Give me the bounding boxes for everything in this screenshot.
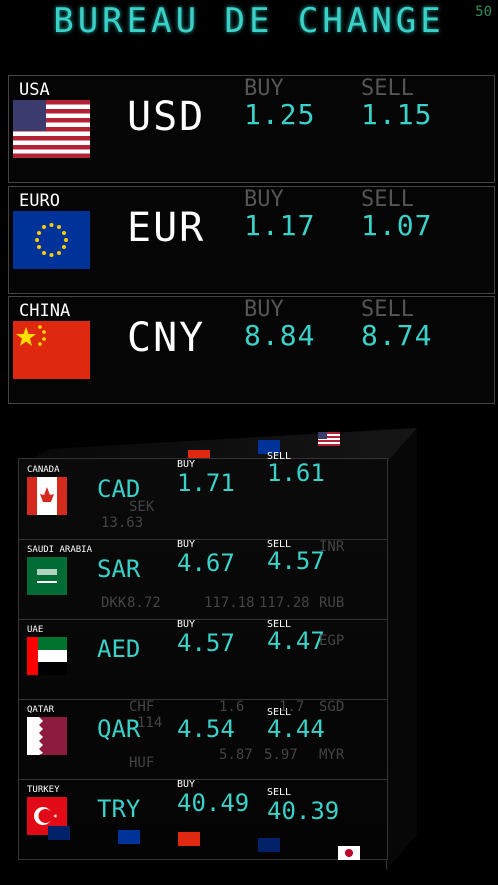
currency-code: TRY bbox=[97, 795, 141, 823]
ghost-text: SGD bbox=[319, 699, 345, 715]
currency-code: QAR bbox=[97, 715, 141, 743]
ghost-text: 13.63 bbox=[101, 515, 144, 531]
qatar-flag-icon bbox=[27, 717, 67, 755]
ghost-text: 117.18 bbox=[204, 595, 255, 611]
country-label: CHINA bbox=[19, 301, 71, 321]
ghost-text: 1.7 bbox=[279, 699, 305, 715]
uae-flag-icon bbox=[27, 637, 67, 675]
eu-flag-icon bbox=[118, 830, 140, 844]
usa-flag-icon bbox=[13, 100, 90, 158]
country-label: TURKEY bbox=[27, 785, 60, 795]
ghost-text: CHF bbox=[129, 699, 155, 715]
china-flag-icon bbox=[178, 832, 200, 846]
ghost-text: 1.6 bbox=[219, 699, 245, 715]
sell-rate: 1.15 bbox=[361, 98, 433, 131]
buy-rate: 4.54 bbox=[177, 715, 235, 743]
sell-rate: 1.61 bbox=[267, 459, 325, 487]
currency-code: SAR bbox=[97, 555, 141, 583]
buy-rate: 1.25 bbox=[244, 98, 316, 131]
china-flag-icon bbox=[13, 321, 90, 379]
buy-rate: 4.57 bbox=[177, 629, 235, 657]
cube-row-sar: SAUDI ARABIA SAR BUY 4.67 SELL 4.57 INR … bbox=[19, 539, 387, 620]
currency-code: EUR bbox=[127, 205, 206, 251]
buy-rate: 1.17 bbox=[244, 209, 316, 242]
currency-code: CNY bbox=[127, 315, 206, 361]
rate-panel-usd: USA USD BUY SELL 1.25 1.15 bbox=[8, 75, 495, 183]
buy-rate: 40.49 bbox=[177, 789, 250, 817]
ghost-text: EGP bbox=[319, 633, 345, 649]
country-label: EURO bbox=[19, 191, 60, 211]
ghost-text: 117.28 bbox=[259, 595, 310, 611]
buy-rate: 8.84 bbox=[244, 319, 316, 352]
cube-row-cad: CANADA CAD BUY 1.71 SELL 1.61 13.63 SEK bbox=[19, 451, 387, 540]
country-label: USA bbox=[19, 80, 50, 100]
page-title: BUREAU DE CHANGE bbox=[53, 1, 445, 41]
rates-cube: CANADA CAD BUY 1.71 SELL 1.61 13.63 SEK … bbox=[18, 428, 417, 870]
sell-rate: 40.39 bbox=[267, 797, 340, 825]
rate-panel-eur: EURO EUR BUY SELL 1.17 1.07 bbox=[8, 186, 495, 294]
country-label: QATAR bbox=[27, 705, 55, 715]
ghost-text: 114 bbox=[137, 715, 163, 731]
cube-side-face bbox=[386, 428, 417, 870]
ghost-text: INR bbox=[319, 539, 345, 555]
eu-flag-icon bbox=[13, 211, 90, 269]
ghost-text: 8.72 bbox=[127, 595, 161, 611]
country-label: UAE bbox=[27, 625, 44, 635]
country-label: SAUDI ARABIA bbox=[27, 545, 93, 555]
currency-code: AED bbox=[97, 635, 141, 663]
sell-rate: 4.57 bbox=[267, 547, 325, 575]
ghost-text: MYR bbox=[319, 747, 345, 763]
australia-flag-icon bbox=[258, 838, 280, 852]
rate-panel-cny: CHINA CNY BUY SELL 8.84 8.74 bbox=[8, 296, 495, 404]
usa-flag-icon bbox=[318, 432, 340, 446]
ghost-text: HUF bbox=[129, 755, 155, 771]
cube-row-aed: UAE AED BUY 4.57 SELL 4.47 EGP bbox=[19, 619, 387, 700]
sell-rate: 1.07 bbox=[361, 209, 433, 242]
ghost-text: 5.97 bbox=[264, 747, 298, 763]
ghost-text: RUB bbox=[319, 595, 345, 611]
cube-row-try: TURKEY TRY BUY 40.49 SELL 40.39 bbox=[19, 779, 387, 859]
buy-rate: 1.71 bbox=[177, 469, 235, 497]
ghost-text: 5.87 bbox=[219, 747, 253, 763]
sell-rate: 4.44 bbox=[267, 715, 325, 743]
buy-rate: 4.67 bbox=[177, 549, 235, 577]
corner-counter: 50 bbox=[475, 4, 492, 20]
cube-front-face: CANADA CAD BUY 1.71 SELL 1.61 13.63 SEK … bbox=[18, 451, 388, 860]
sell-rate: 4.47 bbox=[267, 627, 325, 655]
country-label: CANADA bbox=[27, 465, 60, 475]
saudi-flag-icon bbox=[27, 557, 67, 595]
ghost-text: DKK bbox=[101, 595, 127, 611]
ghost-text: SEK bbox=[129, 499, 155, 515]
japan-flag-icon bbox=[338, 846, 360, 860]
cube-row-qar: QATAR QAR 4.54 SELL 4.44 CHF 114 1.6 1.7… bbox=[19, 699, 387, 780]
australia-flag-icon bbox=[48, 826, 70, 840]
sell-rate: 8.74 bbox=[361, 319, 433, 352]
currency-code: USD bbox=[127, 94, 206, 140]
canada-flag-icon bbox=[27, 477, 67, 515]
